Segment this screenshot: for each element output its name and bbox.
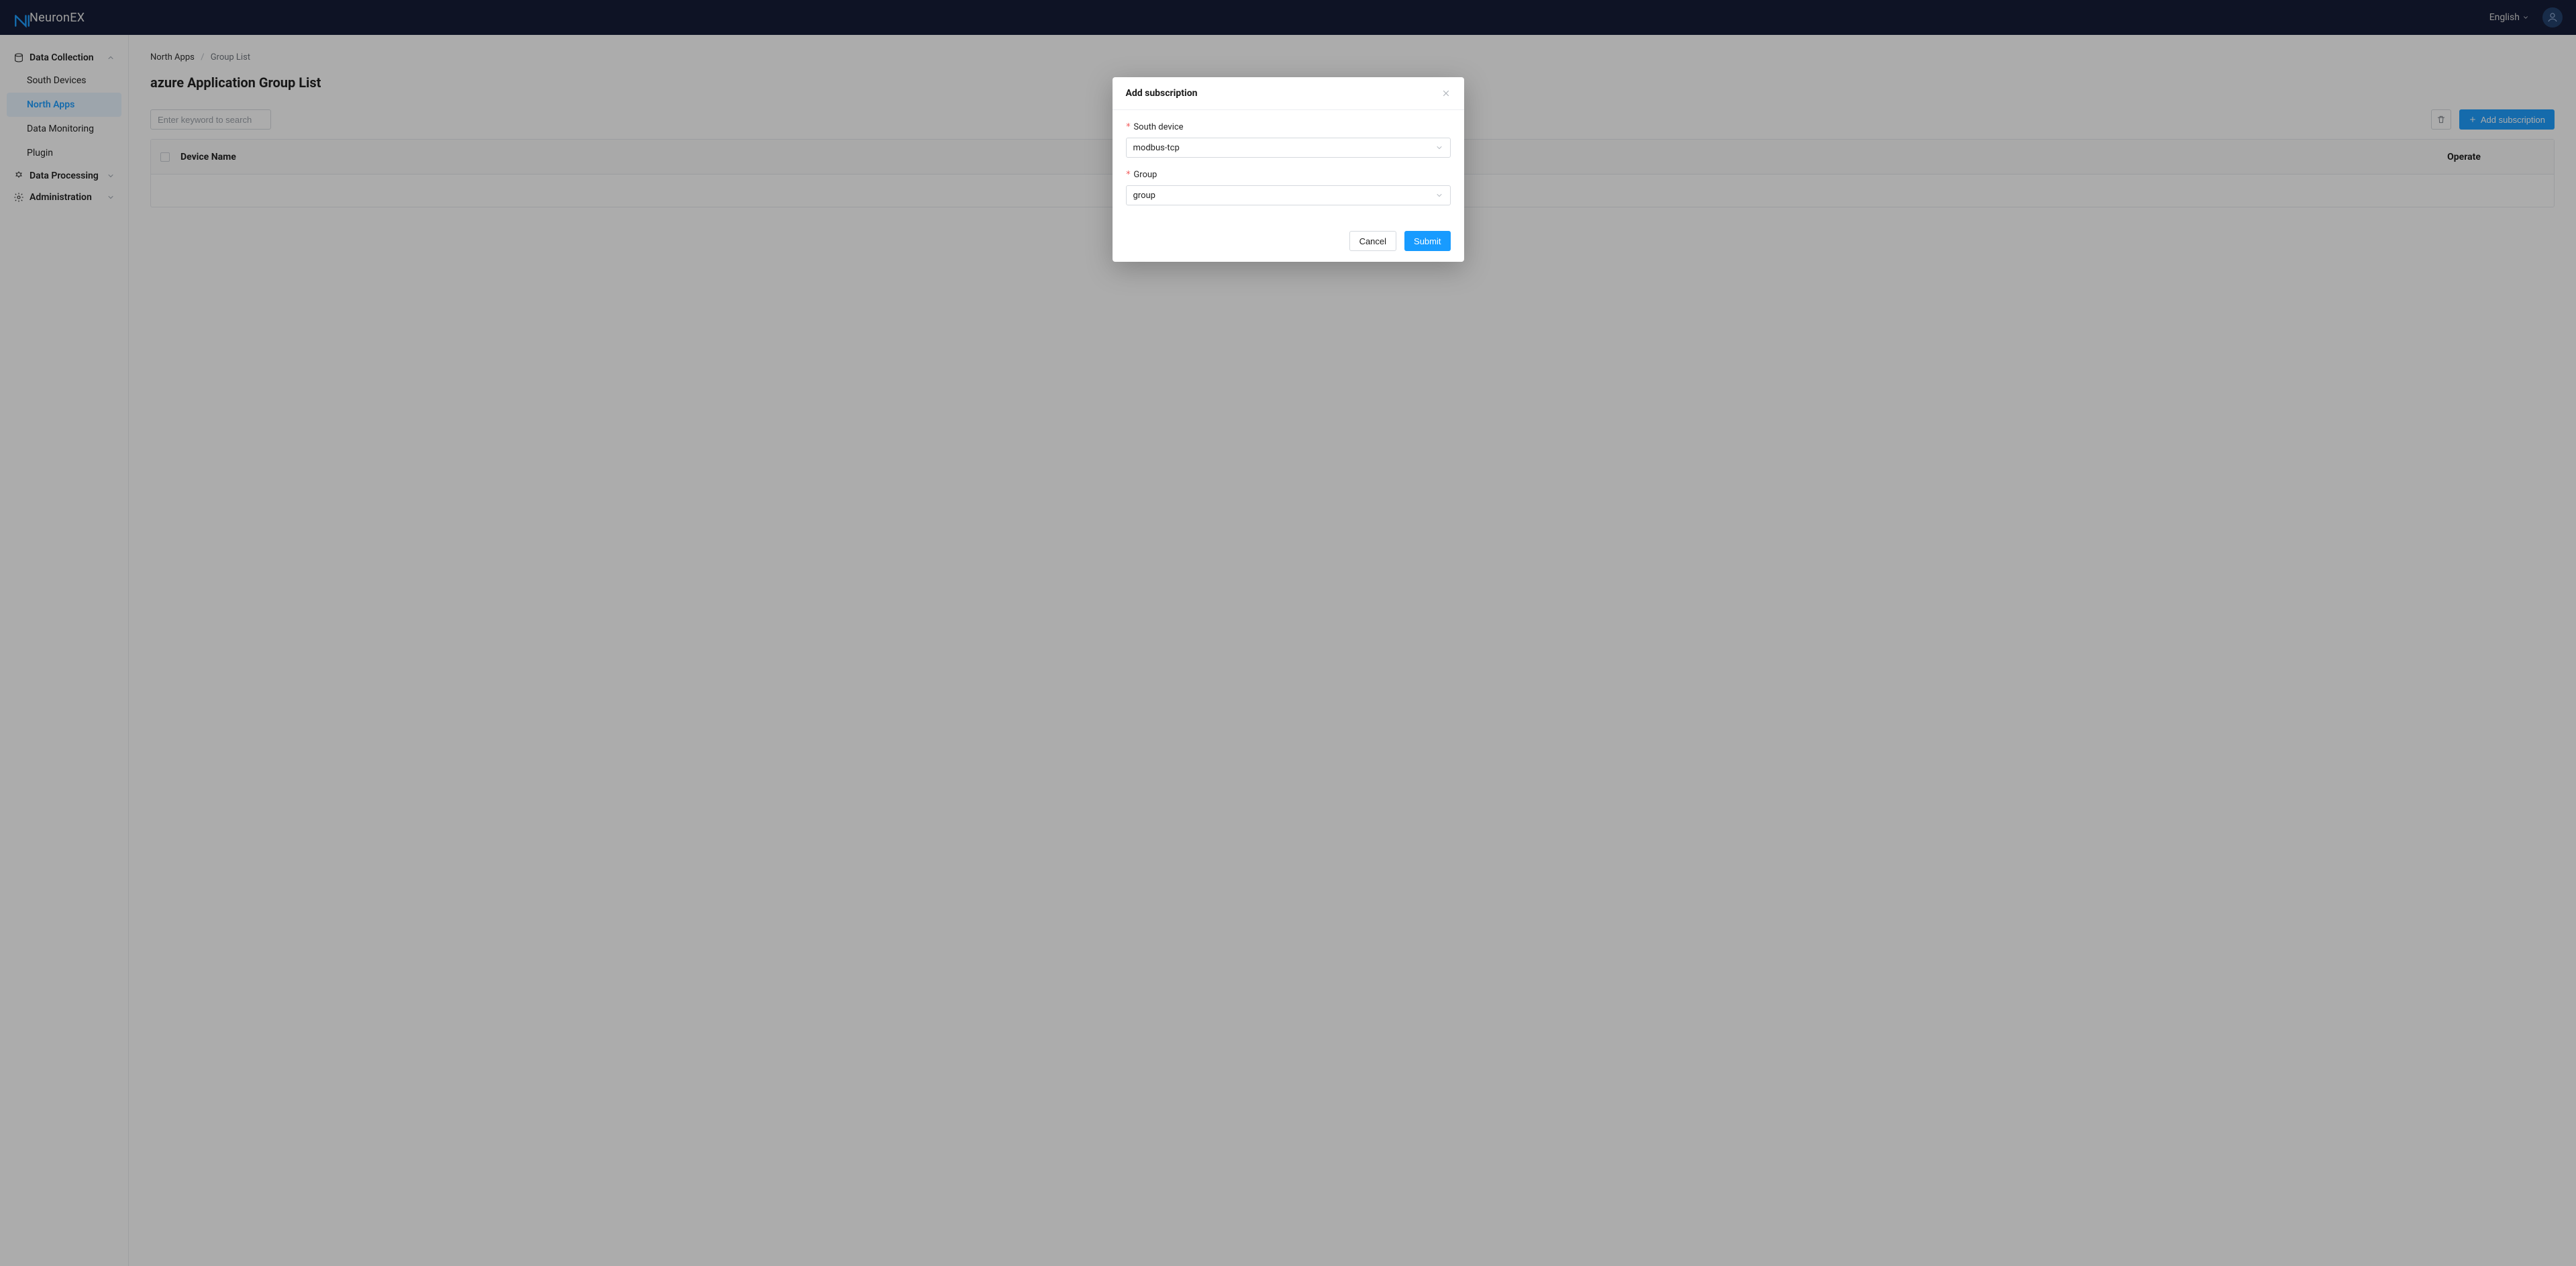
cancel-label: Cancel: [1359, 236, 1386, 246]
group-select[interactable]: group: [1126, 185, 1451, 205]
modal-title: Add subscription: [1126, 88, 1198, 99]
close-icon: [1441, 89, 1451, 98]
chevron-down-icon: [1435, 144, 1443, 152]
field-south-device: *South device modbus-tcp: [1126, 122, 1451, 158]
modal-body: *South device modbus-tcp *Group group: [1113, 110, 1464, 220]
chevron-down-icon: [1435, 191, 1443, 199]
add-subscription-modal: Add subscription *South device modbus-tc…: [1113, 77, 1464, 262]
cancel-button[interactable]: Cancel: [1349, 231, 1396, 251]
south-device-value: modbus-tcp: [1133, 143, 1180, 153]
south-device-label-text: South device: [1133, 122, 1183, 132]
group-label: *Group: [1126, 170, 1451, 180]
field-group: *Group group: [1126, 170, 1451, 205]
south-device-label: *South device: [1126, 122, 1451, 132]
group-value: group: [1133, 191, 1155, 201]
south-device-select[interactable]: modbus-tcp: [1126, 138, 1451, 158]
modal-footer: Cancel Submit: [1113, 220, 1464, 262]
submit-label: Submit: [1414, 236, 1441, 246]
submit-button[interactable]: Submit: [1404, 231, 1450, 251]
required-asterisk: *: [1126, 122, 1131, 132]
required-asterisk: *: [1126, 170, 1131, 180]
modal-header: Add subscription: [1113, 77, 1464, 110]
group-label-text: Group: [1133, 170, 1157, 180]
modal-close-button[interactable]: [1441, 89, 1451, 98]
